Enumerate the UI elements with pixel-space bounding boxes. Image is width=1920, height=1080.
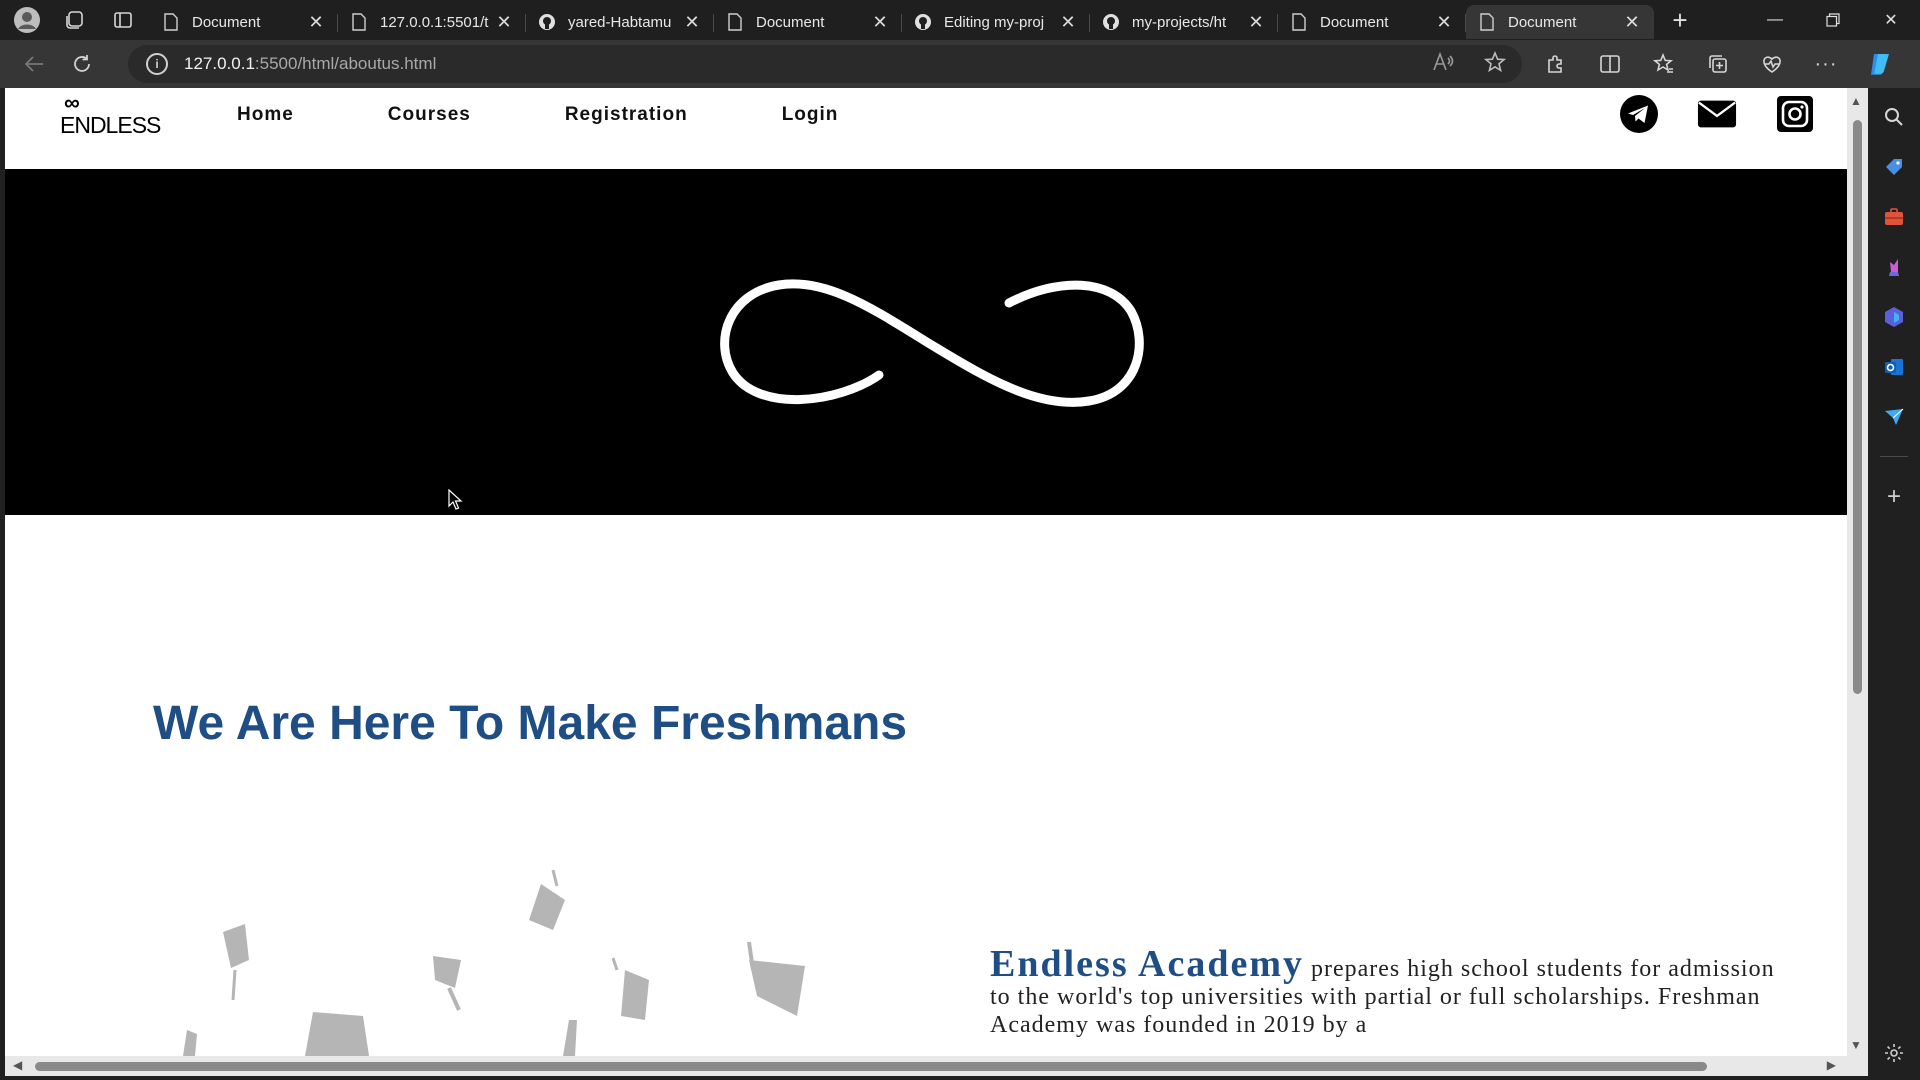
about-paragraph: Endless Academy prepares high school stu… xyxy=(990,945,1780,1039)
tab-title: 127.0.0.1:5501/t xyxy=(380,13,489,31)
tools-briefcase-icon[interactable] xyxy=(1881,204,1907,230)
workspaces-icon[interactable] xyxy=(60,5,90,35)
instagram-icon[interactable] xyxy=(1775,94,1815,134)
tab-list: Document ✕ 127.0.0.1:5501/t ✕ yared-Habt… xyxy=(150,0,1654,40)
scroll-left-icon[interactable]: ◀ xyxy=(13,1058,22,1072)
close-icon[interactable]: ✕ xyxy=(1622,12,1642,32)
split-screen-icon[interactable] xyxy=(1590,44,1630,84)
tab-title: Document xyxy=(1508,13,1577,31)
vertical-scrollbar[interactable]: ▲ ▼ xyxy=(1847,88,1868,1056)
favorite-star-icon[interactable] xyxy=(1483,50,1507,78)
shopping-tag-icon[interactable] xyxy=(1881,154,1907,180)
horizontal-scrollbar[interactable]: ◀ ▶ xyxy=(5,1056,1868,1076)
browser-tab[interactable]: Document ✕ xyxy=(714,5,902,39)
site-info-icon[interactable]: i xyxy=(146,53,168,75)
site-header: ∞ ENDLESS Home Courses Registration Logi… xyxy=(5,88,1847,170)
settings-gear-icon[interactable] xyxy=(1881,1040,1907,1066)
horizontal-scroll-thumb[interactable] xyxy=(35,1062,1707,1071)
nav-login-link[interactable]: Login xyxy=(782,104,839,126)
page-viewport: ∞ ENDLESS Home Courses Registration Logi… xyxy=(5,88,1847,1056)
browser-tab[interactable]: my-projects/ht ✕ xyxy=(1090,5,1278,39)
page-icon xyxy=(350,13,368,31)
mail-icon[interactable] xyxy=(1697,94,1737,134)
github-icon xyxy=(1102,13,1120,31)
sidebar-divider xyxy=(1880,456,1908,457)
page-headline: We Are Here To Make Freshmans xyxy=(153,697,908,750)
close-icon[interactable]: ✕ xyxy=(870,12,890,32)
tab-title: Document xyxy=(756,13,825,31)
browser-tab[interactable]: Document ✕ xyxy=(1278,5,1466,39)
minimize-button[interactable]: — xyxy=(1746,0,1804,40)
new-tab-button[interactable]: + xyxy=(1660,0,1700,40)
scroll-down-icon[interactable]: ▼ xyxy=(1850,1038,1862,1052)
github-icon xyxy=(914,13,932,31)
site-nav: Home Courses Registration Login xyxy=(237,104,932,126)
close-icon[interactable]: ✕ xyxy=(682,12,702,32)
nav-home-link[interactable]: Home xyxy=(237,104,294,126)
window-controls: — ✕ xyxy=(1746,0,1920,40)
tab-title: my-projects/ht xyxy=(1132,13,1227,31)
browser-tab[interactable]: yared-Habtamu ✕ xyxy=(526,5,714,39)
page-icon xyxy=(1478,13,1496,31)
vertical-scroll-thumb[interactable] xyxy=(1853,120,1862,694)
browser-tab[interactable]: 127.0.0.1:5501/t ✕ xyxy=(338,5,526,39)
page-icon xyxy=(726,13,744,31)
close-icon[interactable]: ✕ xyxy=(1058,12,1078,32)
close-window-button[interactable]: ✕ xyxy=(1862,0,1920,40)
url-path: :5500/html/aboutus.html xyxy=(254,54,437,73)
favorites-icon[interactable] xyxy=(1644,44,1684,84)
back-button[interactable] xyxy=(12,44,56,84)
tab-title: yared-Habtamu xyxy=(568,13,672,31)
tab-actions-icon[interactable] xyxy=(108,5,138,35)
social-links xyxy=(1619,94,1815,134)
refresh-button[interactable] xyxy=(60,44,104,84)
hero-banner xyxy=(5,169,1847,515)
nav-registration-link[interactable]: Registration xyxy=(565,104,688,126)
close-icon[interactable]: ✕ xyxy=(1246,12,1266,32)
read-aloud-icon[interactable] xyxy=(1432,51,1454,77)
tab-strip: Document ✕ 127.0.0.1:5501/t ✕ yared-Habt… xyxy=(0,0,1920,40)
close-icon[interactable]: ✕ xyxy=(494,12,514,32)
extensions-icon[interactable] xyxy=(1536,44,1576,84)
m365-icon[interactable] xyxy=(1881,304,1907,330)
address-bar[interactable]: i 127.0.0.1:5500/html/aboutus.html xyxy=(128,45,1522,83)
outlook-icon[interactable] xyxy=(1881,354,1907,380)
browser-tab-active[interactable]: Document ✕ xyxy=(1466,5,1654,39)
close-icon[interactable]: ✕ xyxy=(1434,12,1454,32)
graduation-caps-image xyxy=(183,870,805,1056)
logo-text: ENDLESS xyxy=(60,112,161,138)
site-logo[interactable]: ∞ ENDLESS xyxy=(60,90,161,139)
search-icon[interactable] xyxy=(1881,104,1907,130)
page-icon xyxy=(1290,13,1308,31)
more-options-icon[interactable]: ··· xyxy=(1806,44,1846,84)
profile-avatar-icon[interactable] xyxy=(12,5,42,35)
about-brand: Endless Academy xyxy=(990,943,1304,985)
games-icon[interactable] xyxy=(1881,254,1907,280)
browser-toolbar: i 127.0.0.1:5500/html/aboutus.html ··· xyxy=(0,40,1920,88)
browser-tab[interactable]: Document ✕ xyxy=(150,5,338,39)
drop-send-icon[interactable] xyxy=(1881,404,1907,430)
scroll-right-icon[interactable]: ▶ xyxy=(1827,1058,1836,1072)
github-icon xyxy=(538,13,556,31)
add-sidebar-icon[interactable]: + xyxy=(1881,483,1907,510)
telegram-icon[interactable] xyxy=(1619,94,1659,134)
restore-button[interactable] xyxy=(1804,0,1862,40)
copilot-icon[interactable] xyxy=(1860,44,1900,84)
nav-courses-link[interactable]: Courses xyxy=(388,104,471,126)
tab-title: Editing my-proj xyxy=(944,13,1045,31)
browser-sidebar: + xyxy=(1868,88,1920,1080)
browser-tab[interactable]: Editing my-proj ✕ xyxy=(902,5,1090,39)
collections-icon[interactable] xyxy=(1698,44,1738,84)
infinity-hero-icon xyxy=(720,279,1144,407)
page-icon xyxy=(162,13,180,31)
scroll-up-icon[interactable]: ▲ xyxy=(1850,94,1862,108)
infinity-logo-icon: ∞ xyxy=(64,90,80,115)
tab-title: Document xyxy=(192,13,261,31)
close-icon[interactable]: ✕ xyxy=(306,12,326,32)
browser-essentials-icon[interactable] xyxy=(1752,44,1792,84)
mouse-cursor-icon xyxy=(448,489,463,510)
url-host: 127.0.0.1 xyxy=(184,54,255,73)
tab-title: Document xyxy=(1320,13,1389,31)
